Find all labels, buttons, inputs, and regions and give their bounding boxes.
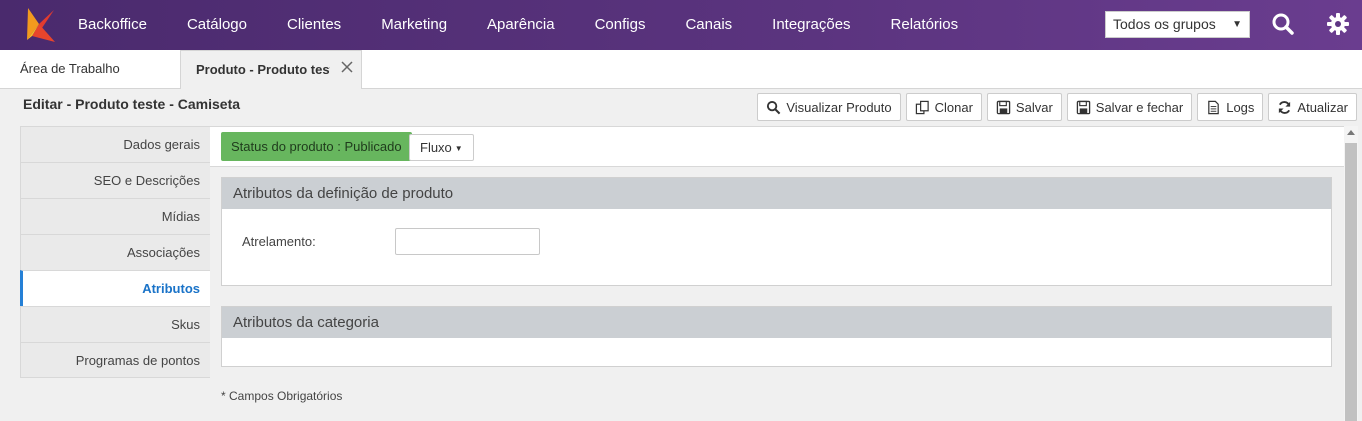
panel-title: Atributos da definição de produto [222,178,1331,209]
save-label: Salvar [1015,99,1053,115]
clone-button[interactable]: Clonar [905,93,982,121]
sidebar-item-skus[interactable]: Skus [20,306,211,342]
atrelamento-input[interactable] [395,228,540,255]
tab-produto-label: Produto - Produto teste - Camiseta [196,62,330,77]
refresh-label: Atualizar [1297,99,1348,115]
main-content: Status do produto : Publicado Fluxo ▼ Atr… [210,126,1344,421]
clone-label: Clonar [934,99,973,115]
sidebar-item-dados-gerais[interactable]: Dados gerais [20,126,211,162]
fluxo-label: Fluxo [420,140,452,155]
nav-catalogo[interactable]: Catálogo [167,0,267,50]
logs-label: Logs [1226,99,1255,115]
fluxo-dropdown-button[interactable]: Fluxo ▼ [409,134,474,161]
view-product-button[interactable]: Visualizar Produto [757,93,901,121]
search-icon[interactable] [1271,12,1295,36]
toolbar: Visualizar Produto Clonar Salvar Salvar … [757,93,1357,121]
logo-icon[interactable] [24,6,58,44]
nav-backoffice[interactable]: Backoffice [58,0,167,50]
status-badge: Status do produto : Publicado [221,132,412,161]
status-row: Status do produto : Publicado Fluxo ▼ [210,127,1344,167]
gear-icon[interactable] [1326,12,1350,36]
save-close-button[interactable]: Salvar e fechar [1066,93,1193,121]
sidebar-item-atributos[interactable]: Atributos [20,270,211,306]
atrelamento-label: Atrelamento: [242,234,316,249]
main-nav: Backoffice Catálogo Clientes Marketing A… [58,0,978,50]
product-definition-attributes-panel: Atributos da definição de produto Atrela… [221,177,1332,286]
scroll-up-arrow-icon[interactable] [1347,130,1355,135]
refresh-button[interactable]: Atualizar [1268,93,1357,121]
caret-down-icon: ▼ [454,144,463,154]
sidebar-item-programas-de-pontos[interactable]: Programas de pontos [20,342,211,378]
scroll-thumb[interactable] [1345,143,1357,421]
nav-relatorios[interactable]: Relatórios [871,0,979,50]
nav-configs[interactable]: Configs [575,0,666,50]
nav-canais[interactable]: Canais [665,0,752,50]
logs-button[interactable]: Logs [1197,93,1264,121]
dropdown-caret-icon: ▼ [1232,19,1242,30]
group-select[interactable]: Todos os grupos ▼ [1105,11,1250,38]
view-product-label: Visualizar Produto [786,99,892,115]
category-attributes-panel: Atributos da categoria [221,306,1332,367]
nav-aparencia[interactable]: Aparência [467,0,575,50]
nav-integracoes[interactable]: Integrações [752,0,870,50]
tabs-bar: Área de Trabalho Produto - Produto teste… [0,50,1362,89]
save-button[interactable]: Salvar [986,93,1062,121]
required-fields-note: * Campos Obrigatórios [221,389,343,403]
refresh-icon [1279,100,1291,114]
nav-marketing[interactable]: Marketing [361,0,467,50]
tab-area-de-trabalho[interactable]: Área de Trabalho [20,50,120,88]
nav-clientes[interactable]: Clientes [267,0,361,50]
clone-icon [915,100,929,114]
sidebar-item-midias[interactable]: Mídias [20,198,211,234]
search-icon [767,100,781,114]
tab-produto[interactable]: Produto - Produto teste - Camiseta [180,50,362,89]
scrollbar[interactable] [1344,126,1358,421]
sidebar-item-associacoes[interactable]: Associações [20,234,211,270]
page-title: Editar - Produto teste - Camiseta [23,96,241,112]
panel-title: Atributos da categoria [222,307,1331,338]
group-select-value: Todos os grupos [1113,16,1216,32]
sidebar-item-seo[interactable]: SEO e Descrições [20,162,211,198]
top-navbar: Backoffice Catálogo Clientes Marketing A… [0,0,1362,50]
save-close-label: Salvar e fechar [1095,99,1184,115]
close-icon[interactable] [341,61,353,73]
document-icon [1208,100,1220,114]
sidebar: Dados gerais SEO e Descrições Mídias Ass… [20,126,211,378]
save-icon [1076,100,1091,114]
save-icon [996,100,1011,114]
